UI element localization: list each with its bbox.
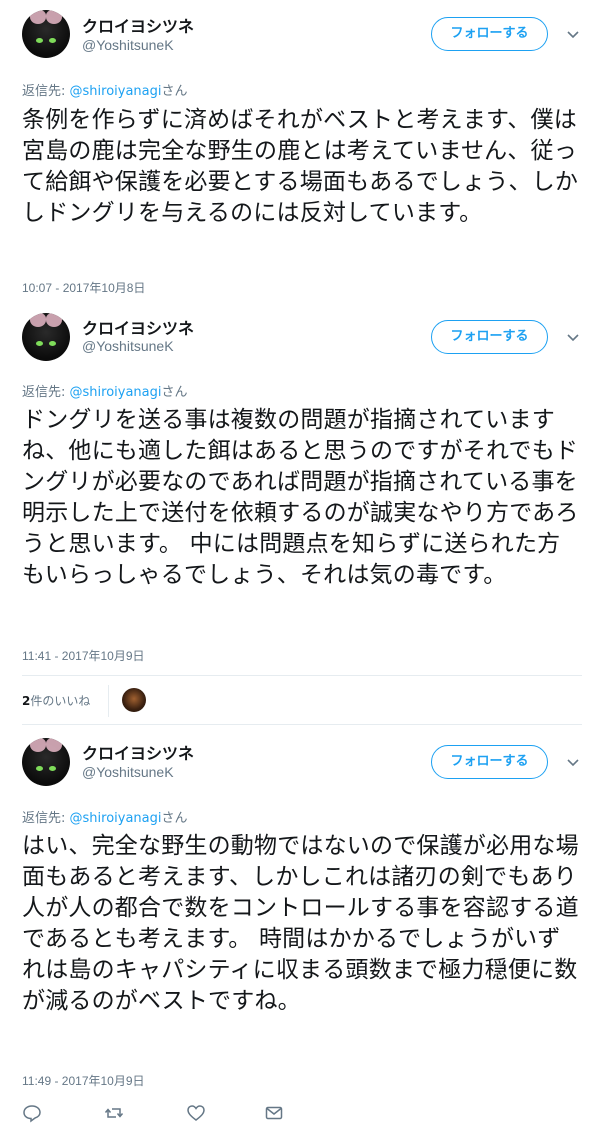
reply-suffix: さん xyxy=(161,385,188,400)
user-handle[interactable]: @YoshitsuneK xyxy=(82,764,174,780)
liker-avatar[interactable] xyxy=(122,688,146,712)
tweet-text: はい、完全な野生の動物ではないので保護が必用な場面もあると考えます、しかしこれは… xyxy=(22,833,579,1014)
chevron-down-icon[interactable] xyxy=(566,331,580,345)
avatar[interactable] xyxy=(22,738,70,786)
reply-prefix: 返信先: xyxy=(22,84,70,99)
reply-context: 返信先: @shiroiyanagiさん xyxy=(22,80,188,99)
reply-icon[interactable] xyxy=(22,1103,42,1123)
tweet-text: ドングリを送る事は複数の問題が指摘されていますね、他にも適した餌はあると思うので… xyxy=(22,407,579,588)
reply-context: 返信先: @shiroiyanagiさん xyxy=(22,381,188,400)
reply-mention-link[interactable]: @shiroiyanagi xyxy=(70,84,162,99)
avatar[interactable] xyxy=(22,313,70,361)
divider xyxy=(22,724,582,725)
reply-mention-link[interactable]: @shiroiyanagi xyxy=(70,811,162,826)
display-name[interactable]: クロイヨシツネ xyxy=(82,740,194,764)
reply-context: 返信先: @shiroiyanagiさん xyxy=(22,807,188,826)
user-handle[interactable]: @YoshitsuneK xyxy=(82,37,174,53)
likes-count[interactable]: 2件のいいね xyxy=(22,692,90,709)
tweet-actions xyxy=(22,1103,322,1127)
likes-separator xyxy=(108,685,109,717)
user-handle[interactable]: @YoshitsuneK xyxy=(82,338,174,354)
like-icon[interactable] xyxy=(186,1103,206,1123)
chevron-down-icon[interactable] xyxy=(566,28,580,42)
tweet-timestamp[interactable]: 10:07 - 2017年10月8日 xyxy=(22,279,145,296)
reply-mention-link[interactable]: @shiroiyanagi xyxy=(70,385,162,400)
avatar[interactable] xyxy=(22,10,70,58)
display-name[interactable]: クロイヨシツネ xyxy=(82,315,194,339)
message-icon[interactable] xyxy=(264,1103,284,1123)
divider xyxy=(22,675,582,676)
retweet-icon[interactable] xyxy=(104,1103,124,1123)
likes-row[interactable]: 2件のいいね xyxy=(22,685,582,717)
follow-button[interactable]: フォローする xyxy=(431,17,548,51)
tweet-timestamp[interactable]: 11:41 - 2017年10月9日 xyxy=(22,647,145,664)
tweet-text: 条例を作らずに済めばそれがベストと考えます、僕は宮島の鹿は完全な野生の鹿とは考え… xyxy=(22,107,579,226)
follow-button[interactable]: フォローする xyxy=(431,745,548,779)
follow-button[interactable]: フォローする xyxy=(431,320,548,354)
reply-prefix: 返信先: xyxy=(22,811,70,826)
likes-label: 件のいいね xyxy=(30,694,91,708)
reply-prefix: 返信先: xyxy=(22,385,70,400)
display-name[interactable]: クロイヨシツネ xyxy=(82,13,194,37)
reply-suffix: さん xyxy=(161,811,188,826)
reply-suffix: さん xyxy=(161,84,188,99)
tweet-timestamp[interactable]: 11:49 - 2017年10月9日 xyxy=(22,1072,145,1089)
chevron-down-icon[interactable] xyxy=(566,756,580,770)
